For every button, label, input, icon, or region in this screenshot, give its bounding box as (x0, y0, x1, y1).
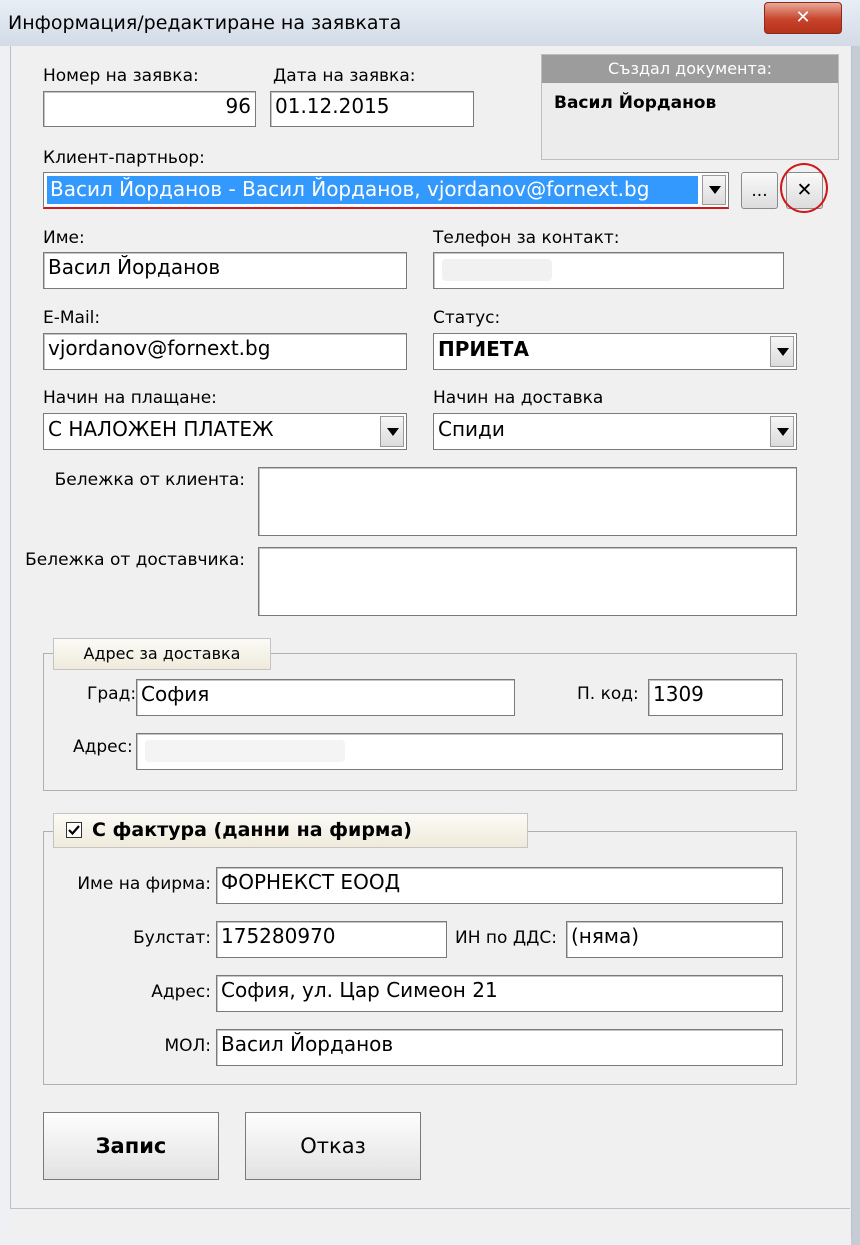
delivery-address-group (43, 653, 797, 791)
invoice-header-label: С фактура (данни на фирма) (92, 819, 412, 841)
payment-label: Начин на плащане: (43, 388, 217, 408)
redacted-phone (442, 259, 552, 281)
status-bar (10, 1208, 850, 1239)
creator-panel: Създал документа: Васил Йорданов (541, 54, 839, 160)
invoice-checkbox[interactable] (66, 822, 82, 838)
status-select[interactable]: ПРИЕТА (433, 333, 797, 370)
vat-label: ИН по ДДС: (455, 928, 557, 948)
chevron-down-icon[interactable] (380, 416, 404, 447)
vat-field[interactable]: (няма) (566, 921, 783, 958)
checkmark-icon (68, 825, 80, 836)
delivery-select[interactable]: Спиди (433, 413, 797, 450)
annotation-circle (780, 163, 828, 213)
mol-field[interactable]: Васил Йорданов (216, 1029, 783, 1066)
order-number-field[interactable]: 96 (43, 91, 256, 127)
chevron-down-icon[interactable] (702, 175, 726, 205)
order-edit-window: Информация/редактиране на заявката ✕ Ном… (0, 0, 860, 1245)
order-date-field[interactable]: 01.12.2015 (270, 91, 474, 127)
client-browse-button[interactable]: ... (741, 172, 778, 209)
window-close-button[interactable]: ✕ (764, 2, 842, 34)
order-date-label: Дата на заявка: (273, 66, 416, 86)
client-note-field[interactable] (258, 467, 797, 536)
background-window-strip (851, 46, 860, 1245)
postcode-field[interactable]: 1309 (648, 679, 783, 716)
chevron-down-icon[interactable] (770, 416, 794, 447)
status-label: Статус: (433, 308, 501, 328)
company-address-field[interactable]: София, ул. Цар Симеон 21 (216, 975, 783, 1012)
email-field[interactable]: vjordanov@fornext.bg (43, 333, 407, 370)
chevron-down-icon[interactable] (770, 336, 794, 367)
company-address-label: Адрес: (151, 982, 211, 1002)
title-bar: Информация/редактиране на заявката ✕ (0, 0, 860, 46)
bulstat-label: Булстат: (133, 928, 211, 948)
city-label: Град: (87, 684, 137, 704)
delivery-address-header: Адрес за доставка (53, 638, 271, 670)
status-value: ПРИЕТА (438, 337, 529, 361)
email-label: E-Mail: (43, 308, 101, 328)
delivery-value: Спиди (438, 417, 505, 441)
save-button[interactable]: Запис (43, 1112, 219, 1180)
delivery-label: Начин на доставка (433, 388, 604, 408)
redacted-address (145, 740, 345, 762)
order-number-label: Номер на заявка: (43, 66, 199, 86)
phone-label: Телефон за контакт: (433, 228, 620, 248)
client-partner-value: Васил Йорданов - Васил Йорданов, vjordan… (50, 177, 650, 201)
company-name-label: Име на фирма: (77, 874, 211, 894)
delivery-address-field[interactable] (136, 733, 783, 770)
dialog-body: Номер на заявка: 96 Дата на заявка: 01.1… (10, 46, 852, 1238)
client-note-label: Бележка от клиента: (54, 470, 245, 490)
creator-header: Създал документа: (542, 55, 838, 83)
city-field[interactable]: София (136, 679, 515, 716)
window-title: Информация/редактиране на заявката (8, 12, 402, 34)
supplier-note-label: Бележка от доставчика: (25, 550, 245, 570)
payment-value: С НАЛОЖЕН ПЛАТЕЖ (48, 417, 274, 441)
name-label: Име: (43, 228, 85, 248)
supplier-note-field[interactable] (258, 547, 797, 616)
client-partner-select[interactable]: Васил Йорданов - Васил Йорданов, vjordan… (43, 172, 729, 209)
payment-select[interactable]: С НАЛОЖЕН ПЛАТЕЖ (43, 413, 407, 450)
client-partner-label: Клиент-партньор: (43, 148, 205, 168)
creator-name: Васил Йорданов (554, 93, 717, 113)
delivery-address-label: Адрес: (73, 737, 133, 757)
bulstat-field[interactable]: 175280970 (216, 921, 447, 958)
mol-label: МОЛ: (164, 1036, 211, 1056)
invoice-header[interactable]: С фактура (данни на фирма) (53, 813, 528, 848)
cancel-button[interactable]: Отказ (245, 1112, 421, 1180)
name-field[interactable]: Васил Йорданов (43, 252, 407, 289)
postcode-label: П. код: (577, 684, 639, 704)
company-name-field[interactable]: ФОРНЕКСТ ЕООД (216, 867, 783, 904)
phone-field[interactable] (433, 252, 784, 289)
